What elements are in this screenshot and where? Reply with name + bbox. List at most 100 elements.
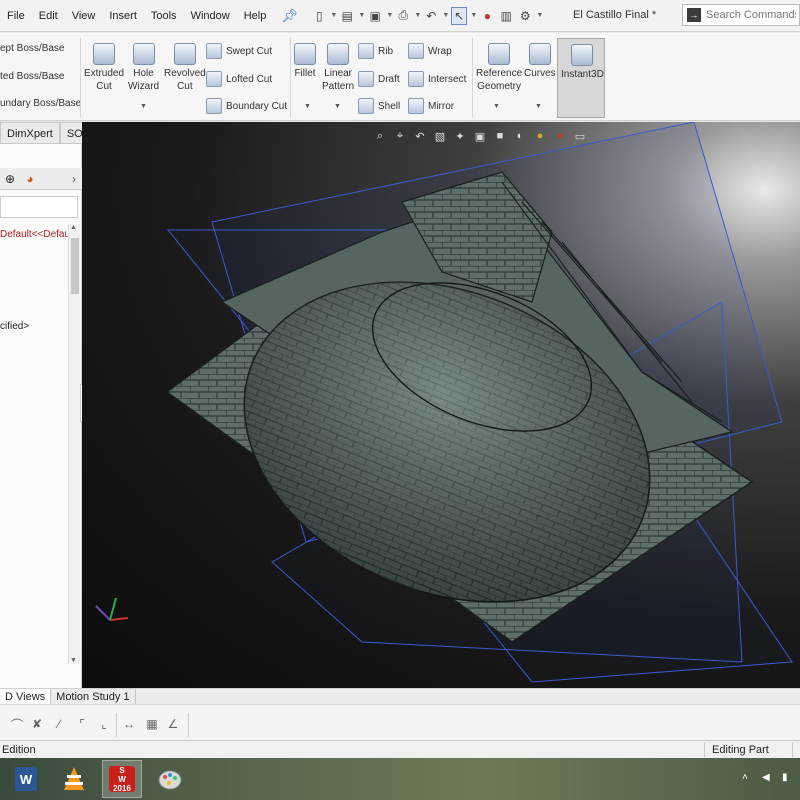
revolved-cut-button[interactable]: Revolved Cut (164, 43, 206, 93)
draft-button[interactable]: Draft (358, 71, 400, 87)
print-icon[interactable]: ⎙ (395, 7, 411, 25)
tab-3d-views[interactable]: D Views (0, 689, 52, 704)
sketch-arc-icon[interactable]: ⌒ (10, 717, 24, 732)
rib-button[interactable]: Rib (358, 43, 393, 59)
taskbar-solidworks[interactable]: S W 2016 (102, 760, 142, 798)
hole-wizard-dropdown-icon[interactable]: ▼ (140, 103, 147, 110)
instant3d-icon (571, 44, 594, 66)
select-cursor-icon[interactable]: ↖ (451, 6, 468, 25)
select-dropdown-icon[interactable]: ▼ (470, 12, 477, 19)
view-settings-icon[interactable]: ▭ (572, 128, 588, 144)
sketch-offset-icon[interactable]: ⌜ (75, 717, 89, 731)
move-entities-icon[interactable]: ∠ (166, 717, 180, 731)
apply-scene-icon[interactable]: ● (552, 128, 568, 144)
intersect-button[interactable]: Intersect (408, 71, 466, 87)
dynamic-annotation-icon[interactable]: ✦ (452, 128, 468, 144)
dimxpert-manager-icon[interactable]: ⊕ (0, 169, 20, 189)
linear-pattern-button[interactable]: Linear Pattern (322, 43, 354, 93)
tray-chevron-up-icon[interactable]: ˄ (742, 772, 748, 783)
previous-view-icon[interactable]: ↶ (412, 128, 428, 144)
taskbar-vlc[interactable] (54, 760, 94, 798)
curves-dropdown-icon[interactable]: ▼ (535, 103, 542, 110)
menu-insert[interactable]: Insert (102, 0, 144, 32)
scroll-up-icon[interactable]: ▲ (70, 224, 77, 231)
heads-up-view-toolbar: ⌕ ⌖ ↶ ▧ ✦ ▣ ■ ◐ ● ● ▭ (372, 128, 588, 144)
tab-motion-study-1[interactable]: Motion Study 1 (51, 689, 136, 704)
rebuild-traffic-light-icon[interactable]: ● (479, 7, 495, 25)
material-label[interactable]: cified> (0, 321, 29, 332)
shell-button[interactable]: Shell (358, 98, 400, 114)
menu-view[interactable]: View (65, 0, 103, 32)
scroll-down-icon[interactable]: ▼ (70, 657, 77, 664)
search-commands-box[interactable]: → (682, 4, 800, 26)
sketch-corner-icon[interactable]: ⌞ (97, 717, 111, 731)
save-dropdown-icon[interactable]: ▼ (386, 12, 393, 19)
instant3d-inner: Instant3D (561, 44, 604, 81)
linear-pattern-dropdown-icon[interactable]: ▼ (334, 103, 341, 110)
options-dropdown-icon[interactable]: ▼ (536, 12, 543, 19)
mirror-entities-icon[interactable]: ↔ (122, 717, 136, 731)
hole-wizard-button[interactable]: Hole Wizard (128, 43, 159, 93)
wrap-label: Wrap (428, 45, 452, 57)
mirror-button[interactable]: Mirror (408, 98, 454, 114)
curves-button[interactable]: Curves (524, 43, 556, 80)
display-manager-icon[interactable]: ◕ (20, 169, 40, 189)
save-icon[interactable]: ▣ (367, 7, 383, 25)
chevron-right-icon[interactable]: › (72, 172, 76, 186)
display-style-icon[interactable]: ■ (492, 128, 508, 144)
instant3d-button[interactable]: Instant3D (557, 38, 605, 118)
tray-speaker-icon[interactable]: ◀ (762, 772, 770, 783)
open-dropdown-icon[interactable]: ▼ (358, 12, 365, 19)
feature-tree-filter-input[interactable] (0, 196, 78, 218)
edit-appearance-icon[interactable]: ● (532, 128, 548, 144)
menu-window[interactable]: Window (184, 0, 237, 32)
scrollbar-thumb[interactable] (71, 238, 79, 294)
tab-dimxpert[interactable]: DimXpert (0, 122, 60, 144)
reference-geometry-button[interactable]: Reference Geometry (476, 43, 522, 93)
lofted-boss-label: ted Boss/Base (0, 71, 65, 82)
configuration-label[interactable]: Default<<Default (0, 229, 75, 240)
undo-icon[interactable]: ↶ (423, 7, 439, 25)
search-input[interactable] (706, 9, 796, 21)
graphics-viewport[interactable]: ⌕ ⌖ ↶ ▧ ✦ ▣ ■ ◐ ● ● ▭ (82, 122, 800, 688)
menu-file[interactable]: File (0, 0, 32, 32)
new-document-icon[interactable]: ▯ (311, 7, 327, 25)
sketch-convert-icon[interactable]: ∕ (52, 717, 66, 731)
model-graphics[interactable] (82, 122, 800, 688)
wrap-button[interactable]: Wrap (408, 43, 452, 59)
fillet-button[interactable]: Fillet (294, 43, 316, 80)
options-gear-icon[interactable]: ⚙ (517, 7, 533, 25)
menu-edit[interactable]: Edit (32, 0, 65, 32)
orientation-triad (95, 597, 129, 621)
tray-network-icon[interactable]: ▮ (782, 772, 788, 783)
extruded-cut-button[interactable]: Extruded Cut (84, 43, 124, 93)
hole-wizard-label-2: Wizard (128, 81, 160, 92)
taskbar-word[interactable]: W (6, 760, 46, 798)
menu-tools[interactable]: Tools (144, 0, 184, 32)
lofted-boss-base-button[interactable]: ted Boss/Base (0, 71, 64, 82)
reference-geometry-dropdown-icon[interactable]: ▼ (493, 103, 500, 110)
zoom-to-area-icon[interactable]: ⌖ (392, 128, 408, 144)
hide-show-items-icon[interactable]: ◐ (512, 128, 528, 144)
swept-cut-button[interactable]: Swept Cut (206, 43, 272, 59)
document-title: El Castillo Final * (573, 9, 657, 21)
swept-boss-base-button[interactable]: ept Boss/Base (0, 43, 64, 54)
undo-dropdown-icon[interactable]: ▼ (442, 12, 449, 19)
lofted-cut-button[interactable]: Lofted Cut (206, 71, 272, 87)
print-dropdown-icon[interactable]: ▼ (414, 12, 421, 19)
boundary-cut-button[interactable]: Boundary Cut (206, 98, 287, 114)
feature-tree-scrollbar[interactable]: ▲ ▼ (68, 224, 80, 664)
fillet-dropdown-icon[interactable]: ▼ (304, 103, 311, 110)
boundary-boss-base-button[interactable]: undary Boss/Base (0, 98, 81, 109)
taskbar-paint[interactable] (150, 760, 190, 798)
sketch-trim-icon[interactable]: ✘ (30, 717, 44, 731)
view-orientation-icon[interactable]: ▣ (472, 128, 488, 144)
linear-sketch-pattern-icon[interactable]: ▦ (145, 717, 159, 731)
pin-icon[interactable]: 📌︎ (281, 8, 298, 24)
open-folder-icon[interactable]: ▤ (339, 7, 355, 25)
zoom-to-fit-icon[interactable]: ⌕ (372, 128, 388, 144)
section-view-icon[interactable]: ▧ (432, 128, 448, 144)
new-dropdown-icon[interactable]: ▼ (330, 12, 337, 19)
file-properties-icon[interactable]: ▥ (498, 7, 514, 25)
menu-help[interactable]: Help (237, 0, 274, 32)
